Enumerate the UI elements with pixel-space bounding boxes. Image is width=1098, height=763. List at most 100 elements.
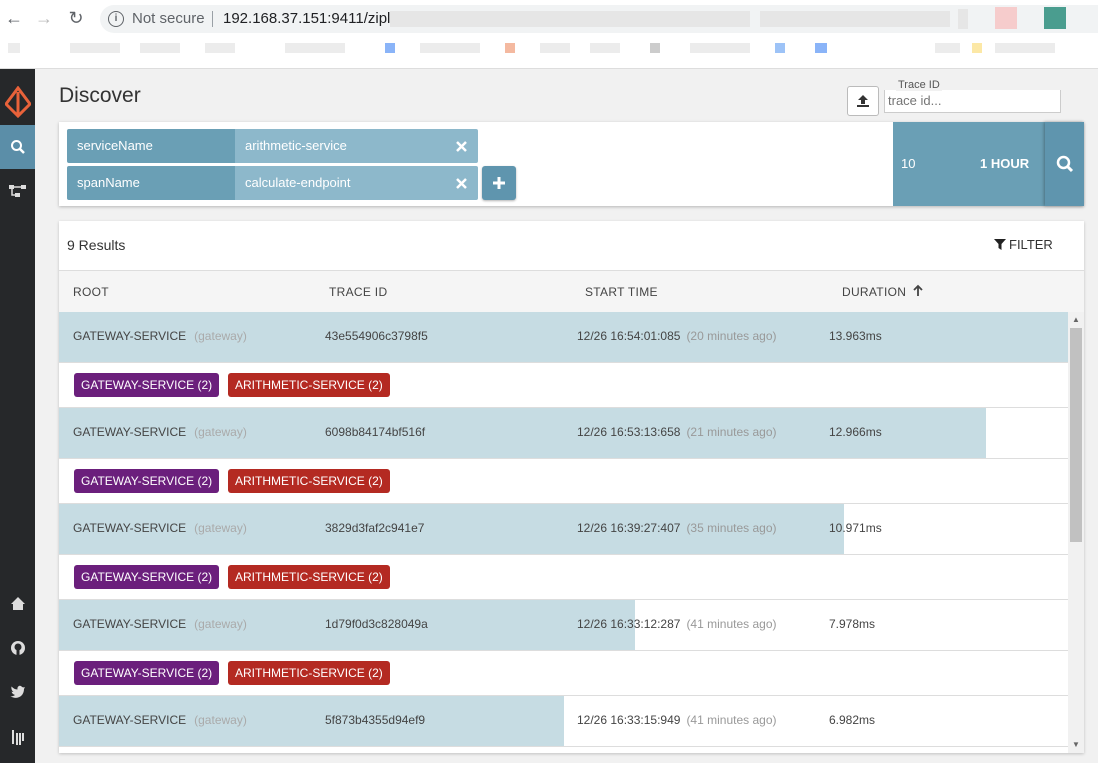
criteria-chip-service-name[interactable]: serviceName arithmetic-service	[67, 129, 478, 163]
relative-time: (35 minutes ago)	[686, 521, 777, 535]
browser-toolbar: ← → ↻ i Not secure 192.168.37.151:9411/z…	[0, 0, 1098, 38]
bookmark-item[interactable]	[815, 43, 827, 53]
trace-id: 6098b84174bf516f	[325, 425, 426, 439]
dependencies-icon[interactable]	[0, 169, 35, 213]
criteria-chip-span-name[interactable]: spanName calculate-endpoint	[67, 166, 478, 200]
bookmark-item[interactable]	[935, 43, 960, 53]
filter-label: FILTER	[1009, 237, 1053, 252]
bookmark-item[interactable]	[205, 43, 235, 53]
scroll-down-arrow-icon[interactable]: ▼	[1072, 740, 1080, 749]
plus-icon	[493, 177, 505, 189]
extension-icon[interactable]	[1044, 7, 1066, 29]
add-criteria-button[interactable]	[482, 166, 516, 200]
github-icon[interactable]	[0, 626, 35, 670]
column-duration[interactable]: DURATION	[842, 285, 906, 299]
criteria-value[interactable]: arithmetic-service	[235, 129, 445, 163]
trace-id: 43e554906c3798f5	[325, 329, 428, 343]
table-row[interactable]: GATEWAY-SERVICE (gateway) 43e554906c3798f5…	[59, 312, 1068, 363]
results-list: GATEWAY-SERVICE (gateway) 43e554906c3798f5…	[59, 312, 1068, 753]
search-button[interactable]	[1045, 122, 1084, 206]
bookmark-item[interactable]	[995, 43, 1055, 53]
back-arrow-icon[interactable]: ←	[4, 8, 24, 28]
service-badge-arithmetic[interactable]: ARITHMETIC-SERVICE (2)	[228, 373, 390, 397]
close-icon[interactable]	[445, 129, 478, 163]
search-icon	[1056, 155, 1073, 173]
service-badge-arithmetic[interactable]: ARITHMETIC-SERVICE (2)	[228, 661, 390, 685]
scrollbar-thumb[interactable]	[1070, 328, 1082, 542]
trace-id: 5f873b4355d94ef9	[325, 713, 426, 727]
search-icon[interactable]	[0, 125, 35, 169]
sort-arrow-up-icon[interactable]	[912, 284, 924, 297]
home-icon[interactable]	[0, 581, 35, 625]
forward-arrow-icon[interactable]: →	[34, 8, 54, 28]
close-icon[interactable]	[445, 166, 478, 200]
bookmark-item[interactable]	[8, 43, 20, 53]
bookmark-item[interactable]	[590, 43, 620, 53]
service-badge-gateway[interactable]: GATEWAY-SERVICE (2)	[74, 661, 220, 685]
duration: 7.978ms	[829, 617, 876, 631]
service-badges: GATEWAY-SERVICE (2)ARITHMETIC-SERVICE (2…	[59, 747, 1068, 753]
service-badge-gateway[interactable]: GATEWAY-SERVICE (2)	[74, 565, 220, 589]
results-count: 9 Results	[67, 237, 126, 253]
bookmark-item[interactable]	[70, 43, 120, 53]
bookmark-item[interactable]	[650, 43, 660, 53]
root-span: (gateway)	[194, 425, 247, 439]
root-cell: GATEWAY-SERVICE (gateway)	[73, 329, 247, 343]
extension-icon[interactable]	[995, 7, 1017, 29]
root-span: (gateway)	[194, 713, 247, 727]
relative-time: (21 minutes ago)	[686, 425, 777, 439]
trace-id: 1d79f0d3c828049a	[325, 617, 428, 631]
bookmark-item[interactable]	[775, 43, 785, 53]
bookmark-item[interactable]	[285, 43, 345, 53]
relative-time: (20 minutes ago)	[686, 329, 777, 343]
results-scrollbar[interactable]: ▲ ▼	[1068, 312, 1084, 753]
bookmark-item[interactable]	[420, 43, 480, 53]
bookmark-item[interactable]	[690, 43, 750, 53]
upload-json-button[interactable]	[847, 86, 879, 116]
relative-time: (41 minutes ago)	[686, 617, 777, 631]
limit-value[interactable]: 10	[901, 156, 915, 171]
sidebar	[0, 69, 35, 763]
settings-panel[interactable]: 10 1 HOUR	[893, 122, 1045, 206]
criteria-value[interactable]: calculate-endpoint	[235, 166, 445, 200]
table-row[interactable]: GATEWAY-SERVICE (gateway) 5f873b4355d94ef9…	[59, 696, 1068, 747]
page-title: Discover	[59, 84, 141, 107]
table-row[interactable]: GATEWAY-SERVICE (gateway) 6098b84174bf516f…	[59, 408, 1068, 459]
reload-icon[interactable]: ↻	[66, 8, 86, 28]
table-header: ROOT TRACE ID START TIME DURATION	[59, 270, 1084, 313]
lookback-value[interactable]: 1 HOUR	[980, 156, 1029, 171]
table-row[interactable]: GATEWAY-SERVICE (gateway) 1d79f0d3c828049a…	[59, 600, 1068, 651]
root-cell: GATEWAY-SERVICE (gateway)	[73, 425, 247, 439]
trace-id-field[interactable]	[884, 90, 1061, 113]
table-row[interactable]: GATEWAY-SERVICE (gateway) 3829d3faf2c941e7…	[59, 504, 1068, 555]
address-bar[interactable]: i Not secure 192.168.37.151:9411/zipl	[100, 5, 1098, 33]
filter-button[interactable]: FILTER	[994, 237, 1053, 252]
start-time: 12/26 16:33:15:949	[577, 713, 681, 727]
column-root[interactable]: ROOT	[73, 285, 109, 299]
scroll-up-arrow-icon[interactable]: ▲	[1072, 315, 1080, 324]
root-span: (gateway)	[194, 617, 247, 631]
root-service: GATEWAY-SERVICE	[73, 521, 187, 535]
gitter-icon[interactable]	[0, 715, 35, 759]
column-trace-id[interactable]: TRACE ID	[329, 285, 387, 299]
trace-id-input[interactable]	[885, 90, 1061, 110]
info-icon[interactable]: i	[108, 11, 124, 27]
bookmark-item[interactable]	[972, 43, 982, 53]
start-time: 12/26 16:39:27:407	[577, 521, 681, 535]
bookmark-item[interactable]	[505, 43, 515, 53]
column-start-time[interactable]: START TIME	[585, 285, 658, 299]
twitter-icon[interactable]	[0, 670, 35, 714]
zipkin-logo-icon[interactable]	[0, 75, 35, 129]
bookmark-item[interactable]	[540, 43, 570, 53]
filter-icon	[994, 239, 1006, 250]
service-badge-arithmetic[interactable]: ARITHMETIC-SERVICE (2)	[228, 469, 390, 493]
root-service: GATEWAY-SERVICE	[73, 713, 187, 727]
service-badge-gateway[interactable]: GATEWAY-SERVICE (2)	[74, 469, 220, 493]
service-badge-gateway[interactable]: GATEWAY-SERVICE (2)	[74, 373, 220, 397]
service-badges: GATEWAY-SERVICE (2) ARITHMETIC-SERVICE (2…	[59, 651, 1068, 696]
bookmark-item[interactable]	[385, 43, 395, 53]
bookmark-item[interactable]	[140, 43, 180, 53]
duration: 6.982ms	[829, 713, 876, 727]
service-badge-arithmetic[interactable]: ARITHMETIC-SERVICE (2)	[228, 565, 390, 589]
start-time-cell: 12/26 16:33:12:287 (41 minutes ago)	[577, 617, 776, 631]
